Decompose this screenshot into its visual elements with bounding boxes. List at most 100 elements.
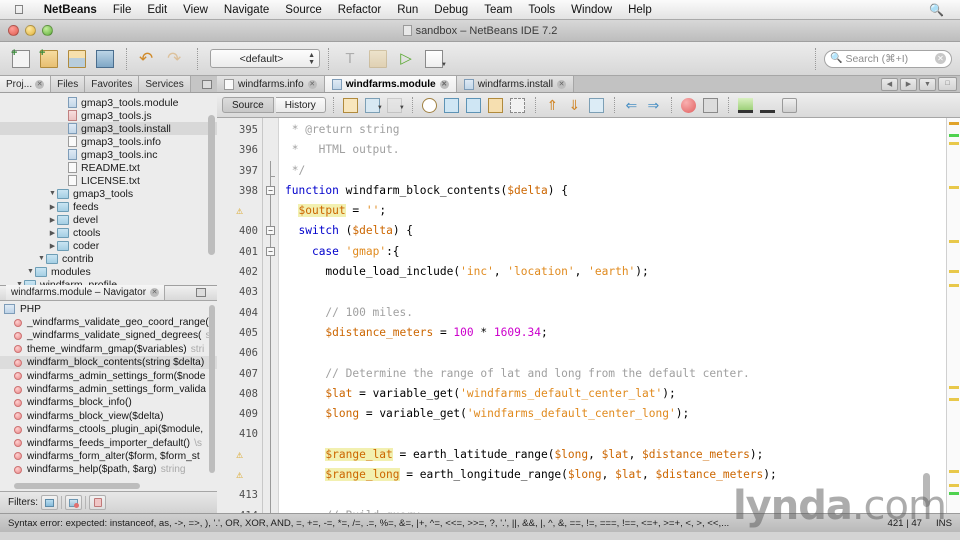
- code-line[interactable]: case 'gmap':{: [279, 242, 946, 262]
- tree-item[interactable]: ▼ windfarm_profile: [0, 278, 217, 285]
- annotation-marker[interactable]: [949, 270, 959, 273]
- comment-button[interactable]: ⇐: [622, 96, 642, 115]
- toggle-bookmark-button[interactable]: [486, 96, 506, 115]
- collapse-fold-icon[interactable]: −: [266, 246, 275, 256]
- menu-item-help[interactable]: Help: [620, 4, 660, 16]
- tab-services[interactable]: Services: [139, 76, 191, 92]
- forward-button[interactable]: ▼: [385, 96, 405, 115]
- code-line[interactable]: $long = variable_get('windfarms_default_…: [279, 404, 946, 424]
- code-line[interactable]: function windfarm_block_contents($delta)…: [279, 181, 946, 201]
- fold-cell[interactable]: −: [263, 241, 278, 263]
- tree-item[interactable]: ▶ coder: [0, 239, 217, 252]
- inspect-button[interactable]: [736, 96, 756, 115]
- last-edit-button[interactable]: [341, 96, 361, 115]
- annotation-marker[interactable]: [949, 398, 959, 401]
- filter-static-button[interactable]: [65, 495, 82, 510]
- code-line[interactable]: */: [279, 161, 946, 181]
- navigator-member[interactable]: windfarms_block_info(): [0, 396, 217, 409]
- search-input[interactable]: 🔍 Search (⌘+I) ✕: [824, 49, 952, 68]
- menu-item-window[interactable]: Window: [563, 4, 620, 16]
- gc-button[interactable]: [780, 96, 800, 115]
- code-line[interactable]: [279, 343, 946, 363]
- new-file-button[interactable]: +: [8, 46, 34, 72]
- navigator-member[interactable]: _windfarms_validate_signed_degrees(s: [0, 329, 217, 342]
- shift-line-right-button[interactable]: ⇓: [565, 96, 585, 115]
- uncomment-button[interactable]: ⇒: [644, 96, 664, 115]
- chevron-right-icon[interactable]: ▶: [48, 229, 57, 237]
- navigator-list[interactable]: PHP _windfarms_validate_geo_coord_range(_…: [0, 300, 217, 491]
- annotation-marker[interactable]: [949, 186, 959, 189]
- undo-button[interactable]: ↶: [135, 46, 161, 72]
- tree-item[interactable]: ▼ modules: [0, 265, 217, 278]
- code-line[interactable]: // Build query.: [279, 506, 946, 513]
- run-project-button[interactable]: ▷: [393, 46, 419, 72]
- collapse-fold-icon[interactable]: −: [266, 185, 275, 195]
- close-icon[interactable]: ✕: [150, 288, 160, 297]
- editor-tab-windfarms-module[interactable]: windfarms.module ✕: [324, 76, 457, 92]
- menu-item-tools[interactable]: Tools: [520, 4, 563, 16]
- tree-item[interactable]: README.txt: [0, 161, 217, 174]
- tree-item[interactable]: gmap3_tools.js: [0, 109, 217, 122]
- chevron-down-icon[interactable]: ▼: [15, 281, 24, 285]
- code-line[interactable]: [279, 485, 946, 505]
- warning-marker[interactable]: ⚠: [217, 465, 262, 485]
- scroll-left-icon[interactable]: ◀: [881, 77, 898, 91]
- back-button[interactable]: ▼: [363, 96, 383, 115]
- filter-fields-button[interactable]: [89, 495, 106, 510]
- annotation-marker[interactable]: [949, 492, 959, 495]
- tree-item[interactable]: gmap3_tools.install: [0, 122, 217, 135]
- fold-cell[interactable]: −: [263, 180, 278, 202]
- editor-tab-windfarms-info[interactable]: windfarms.info ✕: [217, 76, 325, 92]
- fold-cell[interactable]: −: [263, 221, 278, 242]
- close-icon[interactable]: ✕: [35, 79, 45, 89]
- tree-item[interactable]: ▼ gmap3_tools: [0, 187, 217, 200]
- navigator-member[interactable]: windfarms_feeds_importer_default() \s: [0, 436, 217, 449]
- close-icon[interactable]: ✕: [307, 79, 317, 89]
- clean-build-button[interactable]: [365, 46, 391, 72]
- minimize-navigator-button[interactable]: [191, 288, 211, 297]
- filter-non-public-button[interactable]: [41, 495, 58, 510]
- code-line[interactable]: [279, 282, 946, 302]
- annotation-marker[interactable]: [949, 470, 959, 473]
- menu-item-team[interactable]: Team: [476, 4, 520, 16]
- annotation-marker[interactable]: [949, 142, 959, 145]
- chevron-right-icon[interactable]: ▶: [48, 242, 57, 250]
- tab-list-icon[interactable]: ▼: [919, 77, 936, 91]
- tree-item[interactable]: ▶ feeds: [0, 200, 217, 213]
- code-line[interactable]: module_load_include('inc', 'location', '…: [279, 262, 946, 282]
- navigator-member[interactable]: windfarms_block_view($delta): [0, 410, 217, 423]
- tree-item[interactable]: LICENSE.txt: [0, 174, 217, 187]
- code-line[interactable]: switch ($delta) {: [279, 221, 946, 241]
- code-line[interactable]: // 100 miles.: [279, 303, 946, 323]
- tree-item[interactable]: ▶ ctools: [0, 226, 217, 239]
- clear-icon[interactable]: ✕: [935, 53, 946, 64]
- start-macro-recording-button[interactable]: [587, 96, 607, 115]
- annotation-marker[interactable]: [949, 122, 959, 125]
- source-view-button[interactable]: Source: [222, 97, 274, 113]
- chevron-down-icon[interactable]: ▼: [377, 105, 383, 111]
- tab-files[interactable]: Files: [51, 76, 86, 92]
- code-line[interactable]: [279, 424, 946, 444]
- chevron-down-icon[interactable]: ▼: [399, 105, 405, 111]
- navigator-member[interactable]: _windfarms_validate_geo_coord_range(: [0, 316, 217, 329]
- tab-favorites[interactable]: Favorites: [85, 76, 140, 92]
- code-line[interactable]: // Determine the range of lat and long f…: [279, 364, 946, 384]
- tree-item[interactable]: gmap3_tools.inc: [0, 148, 217, 161]
- tree-item[interactable]: ▶ devel: [0, 213, 217, 226]
- menu-item-debug[interactable]: Debug: [426, 4, 476, 16]
- navigator-vscrollbar[interactable]: [209, 304, 215, 473]
- previous-bookmark-button[interactable]: [442, 96, 462, 115]
- redo-button[interactable]: ↷: [163, 46, 189, 72]
- new-project-button[interactable]: +: [36, 46, 62, 72]
- tree-item[interactable]: gmap3_tools.info: [0, 135, 217, 148]
- tab-projects[interactable]: Proj... ✕: [0, 76, 52, 92]
- collapse-fold-icon[interactable]: −: [266, 226, 275, 236]
- stop-button[interactable]: [701, 96, 721, 115]
- spotlight-search-icon[interactable]: 🔍: [929, 3, 944, 17]
- apple-logo-icon[interactable]: : [14, 3, 24, 16]
- project-tree-scrollbar[interactable]: [208, 115, 215, 255]
- close-icon[interactable]: ✕: [439, 79, 449, 89]
- editor-vscrollbar[interactable]: [923, 473, 930, 507]
- code-line[interactable]: * HTML output.: [279, 140, 946, 160]
- rectangular-selection-button[interactable]: [508, 96, 528, 115]
